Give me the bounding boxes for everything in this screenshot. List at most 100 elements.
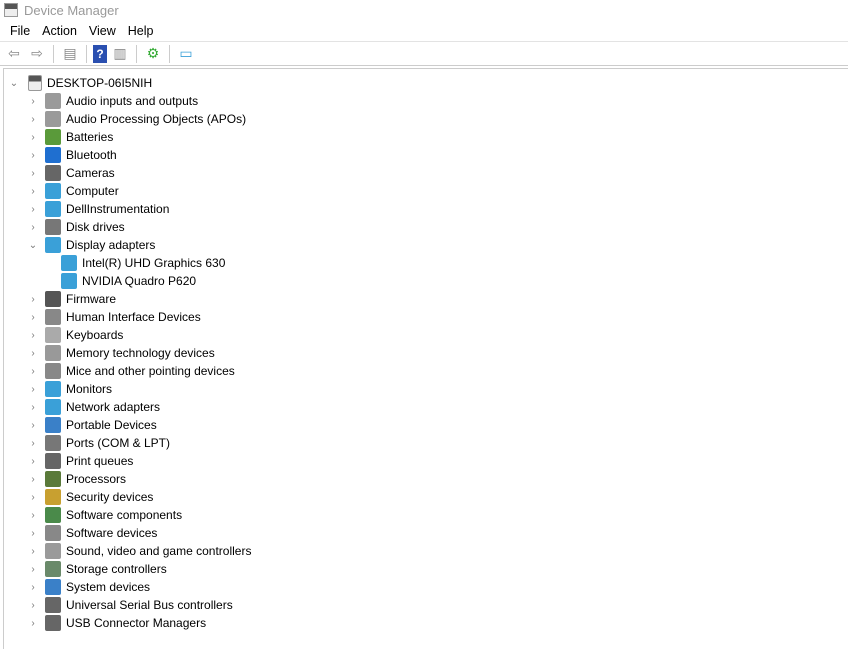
chevron-right-icon[interactable]: ›: [27, 563, 39, 575]
device-category-icon: [45, 345, 61, 361]
back-arrow-icon[interactable]: ⇦: [4, 45, 24, 63]
menu-action[interactable]: Action: [36, 24, 83, 38]
device-category-icon: [45, 525, 61, 541]
chevron-right-icon[interactable]: ›: [27, 401, 39, 413]
tree-item[interactable]: › USB Connector Managers: [27, 614, 206, 632]
chevron-right-icon[interactable]: ›: [27, 491, 39, 503]
forward-arrow-icon[interactable]: ⇨: [27, 45, 47, 63]
menu-file[interactable]: File: [4, 24, 36, 38]
tree-item[interactable]: › Computer: [27, 182, 119, 200]
toolbar-divider: [86, 44, 87, 63]
chevron-right-icon[interactable]: ›: [27, 113, 39, 125]
show-hide-console-tree-icon[interactable]: ▤: [60, 45, 80, 63]
tree-item-label: USB Connector Managers: [66, 616, 207, 630]
chevron-right-icon[interactable]: ›: [27, 455, 39, 467]
tree-item-label: Keyboards: [66, 328, 124, 342]
tree-child-item[interactable]: Intel(R) UHD Graphics 630: [56, 254, 225, 272]
tree-item-label: Memory technology devices: [66, 346, 215, 360]
tree-item[interactable]: › Network adapters: [27, 398, 160, 416]
tree-child-item[interactable]: NVIDIA Quadro P620: [56, 272, 196, 290]
show-action-pane-icon[interactable]: ▥: [110, 45, 130, 63]
device-category-icon: [45, 435, 61, 451]
tree-item[interactable]: › Software devices: [27, 524, 157, 542]
device-category-icon: [45, 309, 61, 325]
chevron-right-icon[interactable]: ›: [27, 617, 39, 629]
tree-item[interactable]: › System devices: [27, 578, 150, 596]
device-tree[interactable]: ⌄ DESKTOP-06I5NIH › Audio inputs and outp…: [3, 68, 848, 649]
tree-item[interactable]: › Mice and other pointing devices: [27, 362, 235, 380]
chevron-right-icon[interactable]: ›: [27, 365, 39, 377]
tree-item[interactable]: › Batteries: [27, 128, 113, 146]
device-category-icon: [45, 201, 61, 217]
chevron-right-icon[interactable]: ›: [27, 527, 39, 539]
tree-item[interactable]: › Ports (COM & LPT): [27, 434, 170, 452]
device-category-icon: [45, 183, 61, 199]
chevron-right-icon[interactable]: ›: [27, 95, 39, 107]
chevron-right-icon[interactable]: ›: [27, 185, 39, 197]
chevron-right-icon[interactable]: ›: [27, 545, 39, 557]
tree-item[interactable]: › Disk drives: [27, 218, 125, 236]
root-label: DESKTOP-06I5NIH: [47, 76, 153, 90]
tree-item[interactable]: › Sound, video and game controllers: [27, 542, 251, 560]
tree-item[interactable]: › Monitors: [27, 380, 112, 398]
title-bar: Device Manager: [0, 0, 848, 20]
tree-item[interactable]: ⌄ Display adapters: [27, 236, 155, 254]
device-category-icon: [45, 453, 61, 469]
tree-item[interactable]: › Keyboards: [27, 326, 123, 344]
tree-child-label: NVIDIA Quadro P620: [82, 274, 197, 288]
tree-item-label: System devices: [66, 580, 151, 594]
tree-child-label: Intel(R) UHD Graphics 630: [82, 256, 226, 270]
tree-item[interactable]: › Portable Devices: [27, 416, 157, 434]
device-category-icon: [45, 597, 61, 613]
chevron-right-icon[interactable]: ›: [27, 149, 39, 161]
chevron-right-icon[interactable]: ›: [27, 581, 39, 593]
tree-item[interactable]: › Processors: [27, 470, 126, 488]
device-category-icon: [45, 561, 61, 577]
device-category-icon: [45, 363, 61, 379]
tree-item[interactable]: › Storage controllers: [27, 560, 167, 578]
menu-view[interactable]: View: [83, 24, 122, 38]
tree-item[interactable]: › Audio inputs and outputs: [27, 92, 198, 110]
chevron-right-icon[interactable]: ›: [27, 599, 39, 611]
tree-item[interactable]: › Audio Processing Objects (APOs): [27, 110, 246, 128]
tree-item[interactable]: › Security devices: [27, 488, 153, 506]
tree-item-label: Display adapters: [66, 238, 156, 252]
help-icon[interactable]: ?: [93, 44, 107, 63]
chevron-right-icon[interactable]: ›: [27, 383, 39, 395]
tree-item[interactable]: › Bluetooth: [27, 146, 117, 164]
tree-item[interactable]: › DellInstrumentation: [27, 200, 169, 218]
chevron-right-icon[interactable]: ›: [27, 437, 39, 449]
tree-item[interactable]: › Cameras: [27, 164, 115, 182]
tree-item[interactable]: › Universal Serial Bus controllers: [27, 596, 233, 614]
chevron-right-icon[interactable]: ›: [27, 347, 39, 359]
chevron-right-icon[interactable]: ›: [27, 167, 39, 179]
chevron-down-icon[interactable]: ⌄: [8, 77, 20, 89]
update-driver-icon[interactable]: ⚙: [143, 45, 163, 63]
chevron-right-icon[interactable]: ›: [27, 203, 39, 215]
chevron-right-icon[interactable]: ›: [27, 131, 39, 143]
tree-item-label: Human Interface Devices: [66, 310, 201, 324]
chevron-right-icon[interactable]: ›: [27, 419, 39, 431]
menu-help[interactable]: Help: [122, 24, 160, 38]
toolbar-divider: [136, 44, 137, 63]
tree-item-label: Software devices: [66, 526, 158, 540]
tree-root[interactable]: ⌄ DESKTOP-06I5NIH: [8, 74, 152, 92]
scan-hardware-changes-icon[interactable]: ▭: [176, 45, 196, 63]
tree-item-label: Audio Processing Objects (APOs): [66, 112, 247, 126]
tree-item-label: Universal Serial Bus controllers: [66, 598, 233, 612]
tree-item[interactable]: › Human Interface Devices: [27, 308, 201, 326]
tree-item-label: DellInstrumentation: [66, 202, 170, 216]
chevron-right-icon[interactable]: ›: [27, 311, 39, 323]
tree-item[interactable]: › Memory technology devices: [27, 344, 215, 362]
chevron-right-icon[interactable]: ›: [27, 293, 39, 305]
device-category-icon: [45, 93, 61, 109]
chevron-right-icon[interactable]: ›: [27, 221, 39, 233]
chevron-down-icon[interactable]: ⌄: [27, 239, 39, 251]
chevron-right-icon[interactable]: ›: [27, 509, 39, 521]
chevron-right-icon[interactable]: ›: [27, 473, 39, 485]
tree-item[interactable]: › Firmware: [27, 290, 116, 308]
chevron-right-icon[interactable]: ›: [27, 329, 39, 341]
tree-item-label: Disk drives: [66, 220, 125, 234]
tree-item[interactable]: › Print queues: [27, 452, 133, 470]
tree-item[interactable]: › Software components: [27, 506, 182, 524]
